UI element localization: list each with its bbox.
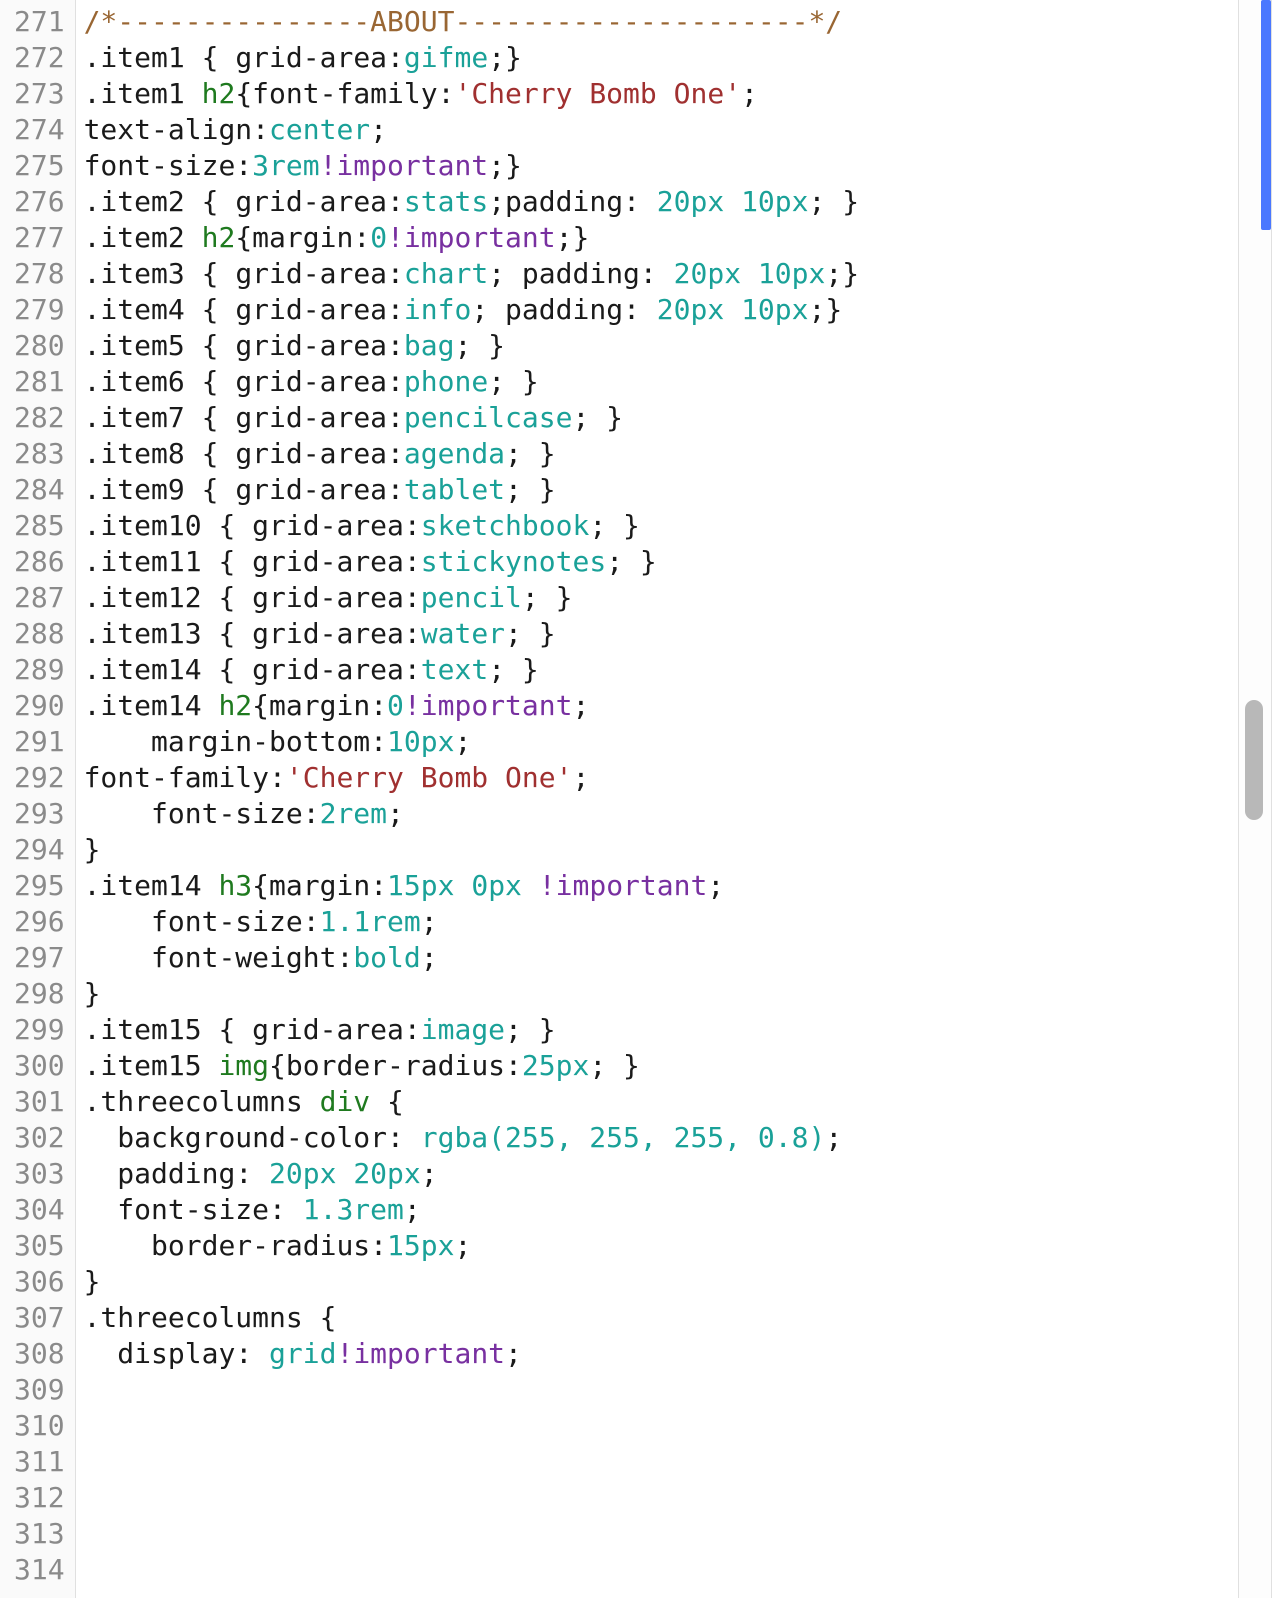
code-line[interactable]: .item10 { grid-area:sketchbook; } xyxy=(84,508,1231,544)
vertical-scrollbar[interactable] xyxy=(1238,0,1271,1598)
line-number-gutter: 2712722732742752762772782792802812822832… xyxy=(0,0,76,1598)
code-line[interactable]: .item12 { grid-area:pencil; } xyxy=(84,580,1231,616)
code-line[interactable]: font-size:3rem!important;} xyxy=(84,148,1231,184)
line-number: 277 xyxy=(14,220,65,256)
line-number: 297 xyxy=(14,940,65,976)
line-number: 284 xyxy=(14,472,65,508)
line-number: 300 xyxy=(14,1048,65,1084)
line-number: 301 xyxy=(14,1084,65,1120)
code-line[interactable]: .item3 { grid-area:chart; padding: 20px … xyxy=(84,256,1231,292)
line-number: 296 xyxy=(14,904,65,940)
code-line[interactable]: font-size: 1.3rem; xyxy=(84,1192,1231,1228)
code-line[interactable]: /*---------------ABOUT------------------… xyxy=(84,4,1231,40)
code-line[interactable]: .item14 h2{margin:0!important; xyxy=(84,688,1231,724)
code-line[interactable]: font-size:1.1rem; xyxy=(84,904,1231,940)
code-line[interactable]: .item7 { grid-area:pencilcase; } xyxy=(84,400,1231,436)
line-number: 292 xyxy=(14,760,65,796)
code-line[interactable]: .item11 { grid-area:stickynotes; } xyxy=(84,544,1231,580)
line-number: 286 xyxy=(14,544,65,580)
code-line[interactable]: .item6 { grid-area:phone; } xyxy=(84,364,1231,400)
line-number: 313 xyxy=(14,1516,65,1552)
line-number: 278 xyxy=(14,256,65,292)
line-number: 304 xyxy=(14,1192,65,1228)
line-number: 285 xyxy=(14,508,65,544)
line-number: 293 xyxy=(14,796,65,832)
scrollbar-highlight xyxy=(1261,0,1271,230)
line-number: 291 xyxy=(14,724,65,760)
code-line[interactable]: .item9 { grid-area:tablet; } xyxy=(84,472,1231,508)
code-line[interactable]: .item1 { grid-area:gifme;} xyxy=(84,40,1231,76)
code-line[interactable]: .threecolumns div { xyxy=(84,1084,1231,1120)
code-content[interactable]: /*---------------ABOUT------------------… xyxy=(76,0,1239,1598)
code-line[interactable]: .threecolumns { xyxy=(84,1300,1231,1336)
code-line[interactable]: .item8 { grid-area:agenda; } xyxy=(84,436,1231,472)
code-line[interactable]: .item13 { grid-area:water; } xyxy=(84,616,1231,652)
code-line[interactable]: .item15 img{border-radius:25px; } xyxy=(84,1048,1231,1084)
code-line[interactable]: } xyxy=(84,976,1231,1012)
code-line[interactable]: background-color: rgba(255, 255, 255, 0.… xyxy=(84,1120,1231,1156)
line-number: 311 xyxy=(14,1444,65,1480)
code-line[interactable]: } xyxy=(84,1264,1231,1300)
code-line[interactable]: } xyxy=(84,832,1231,868)
code-line[interactable]: padding: 20px 20px; xyxy=(84,1156,1231,1192)
line-number: 294 xyxy=(14,832,65,868)
line-number: 276 xyxy=(14,184,65,220)
line-number: 314 xyxy=(14,1552,65,1588)
line-number: 303 xyxy=(14,1156,65,1192)
code-line[interactable]: .item2 h2{margin:0!important;} xyxy=(84,220,1231,256)
code-editor: 2712722732742752762772782792802812822832… xyxy=(0,0,1272,1598)
line-number: 287 xyxy=(14,580,65,616)
code-line[interactable]: .item15 { grid-area:image; } xyxy=(84,1012,1231,1048)
line-number: 308 xyxy=(14,1336,65,1372)
line-number: 274 xyxy=(14,112,65,148)
line-number: 295 xyxy=(14,868,65,904)
line-number: 282 xyxy=(14,400,65,436)
line-number: 275 xyxy=(14,148,65,184)
line-number: 271 xyxy=(14,4,65,40)
line-number: 302 xyxy=(14,1120,65,1156)
code-line[interactable]: border-radius:15px; xyxy=(84,1228,1231,1264)
line-number: 283 xyxy=(14,436,65,472)
code-line[interactable]: .item1 h2{font-family:'Cherry Bomb One'; xyxy=(84,76,1231,112)
line-number: 306 xyxy=(14,1264,65,1300)
line-number: 290 xyxy=(14,688,65,724)
code-line[interactable]: .item4 { grid-area:info; padding: 20px 1… xyxy=(84,292,1231,328)
code-line[interactable]: .item2 { grid-area:stats;padding: 20px 1… xyxy=(84,184,1231,220)
line-number: 305 xyxy=(14,1228,65,1264)
line-number: 279 xyxy=(14,292,65,328)
line-number: 289 xyxy=(14,652,65,688)
line-number: 307 xyxy=(14,1300,65,1336)
code-line[interactable]: font-size:2rem; xyxy=(84,796,1231,832)
code-line[interactable]: font-weight:bold; xyxy=(84,940,1231,976)
line-number: 312 xyxy=(14,1480,65,1516)
line-number: 288 xyxy=(14,616,65,652)
code-line[interactable]: .item14 { grid-area:text; } xyxy=(84,652,1231,688)
scrollbar-thumb[interactable] xyxy=(1245,700,1263,820)
code-line[interactable]: .item5 { grid-area:bag; } xyxy=(84,328,1231,364)
code-line[interactable]: margin-bottom:10px; xyxy=(84,724,1231,760)
line-number: 298 xyxy=(14,976,65,1012)
line-number: 309 xyxy=(14,1372,65,1408)
line-number: 280 xyxy=(14,328,65,364)
line-number: 310 xyxy=(14,1408,65,1444)
code-line[interactable]: text-align:center; xyxy=(84,112,1231,148)
line-number: 299 xyxy=(14,1012,65,1048)
line-number: 281 xyxy=(14,364,65,400)
code-line[interactable]: display: grid!important; xyxy=(84,1336,1231,1372)
code-line[interactable]: .item14 h3{margin:15px 0px !important; xyxy=(84,868,1231,904)
line-number: 273 xyxy=(14,76,65,112)
line-number: 272 xyxy=(14,40,65,76)
code-line[interactable]: font-family:'Cherry Bomb One'; xyxy=(84,760,1231,796)
